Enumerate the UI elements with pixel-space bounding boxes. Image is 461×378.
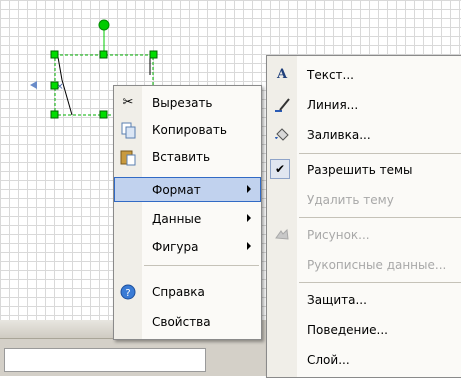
resize-handle-b[interactable]	[99, 110, 108, 119]
context-menu: ✂ Вырезать Копировать Вставить Формат Да…	[113, 85, 262, 340]
picture-icon	[273, 226, 291, 244]
line-format-icon	[273, 96, 291, 114]
submenu-arrow-icon	[247, 214, 251, 222]
menu-item-format[interactable]: Формат	[114, 177, 261, 202]
text-format-icon: A	[276, 67, 288, 82]
paste-icon	[119, 148, 137, 166]
menu-item-shape[interactable]: Фигура	[114, 234, 261, 259]
panel-input-field[interactable]	[4, 348, 206, 372]
resize-handle-bl[interactable]	[50, 110, 59, 119]
menu-item-cut[interactable]: ✂ Вырезать	[114, 90, 261, 115]
submenu-item-allow-themes[interactable]: ✔ Разрешить темы	[267, 157, 461, 182]
submenu-item-text[interactable]: A Текст...	[267, 62, 461, 87]
submenu-arrow-icon	[247, 242, 251, 250]
menu-separator	[299, 217, 461, 218]
svg-text:?: ?	[125, 288, 130, 299]
resize-handle-l[interactable]	[50, 81, 59, 90]
menu-separator	[299, 153, 461, 154]
menu-item-copy[interactable]: Копировать	[114, 117, 261, 142]
submenu-item-line[interactable]: Линия...	[267, 92, 461, 117]
help-icon: ?	[119, 283, 137, 301]
resize-handle-tl[interactable]	[50, 50, 59, 59]
submenu-item-remove-theme: Удалить тему	[307, 193, 394, 207]
resize-handle-tr[interactable]	[149, 50, 158, 59]
connection-arrow-marker	[30, 81, 37, 89]
copy-icon	[119, 121, 137, 139]
submenu-item-ink-data: Рукописные данные...	[307, 258, 447, 272]
format-submenu: A Текст... Линия... Заливка... ✔ Разреши…	[266, 55, 461, 378]
menu-separator	[144, 265, 259, 266]
submenu-arrow-icon	[247, 185, 251, 193]
submenu-item-protection[interactable]: Защита...	[267, 287, 461, 312]
menu-separator	[299, 282, 461, 283]
resize-handle-t[interactable]	[99, 50, 108, 59]
menu-item-help[interactable]: ? Справка	[114, 279, 261, 304]
fill-bucket-icon	[273, 126, 291, 144]
submenu-item-layer[interactable]: Слой...	[267, 347, 461, 372]
submenu-item-fill[interactable]: Заливка...	[267, 122, 461, 147]
submenu-item-behavior[interactable]: Поведение...	[267, 317, 461, 342]
rotation-handle[interactable]	[98, 19, 110, 31]
checkmark-icon: ✔	[270, 159, 290, 179]
menu-item-properties[interactable]: Свойства	[114, 309, 261, 334]
menu-item-paste[interactable]: Вставить	[114, 144, 261, 169]
scissors-icon: ✂	[122, 95, 134, 110]
submenu-item-picture: Рисунок...	[267, 222, 461, 247]
menu-item-data[interactable]: Данные	[114, 206, 261, 231]
